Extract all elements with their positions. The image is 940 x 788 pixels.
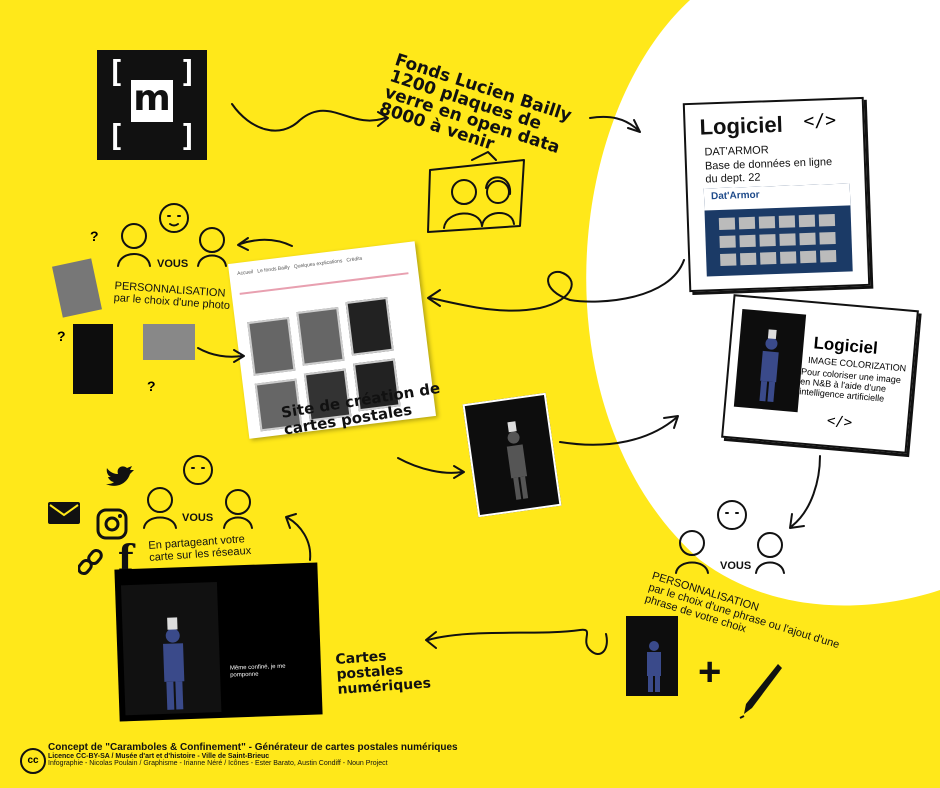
footer-line-3: Infographie - Nicolas Poulain / Graphism… — [48, 760, 388, 767]
arrow-logo-to-fonds — [231, 103, 386, 132]
arrow-colorization-to-perso2 — [791, 455, 821, 527]
footer-credits: Concept de "Caramboles & Confinement" - … — [48, 742, 748, 767]
cc-license-icon: cc — [20, 748, 46, 774]
arrow-datarmor-to-site — [429, 259, 685, 312]
arrow-postcard-to-share — [287, 517, 312, 561]
arrow-photos-to-site — [197, 347, 243, 358]
arrow-perso2-to-cartes — [427, 628, 608, 655]
arrow-soldier-to-colorization — [559, 417, 677, 446]
flow-arrows — [197, 103, 821, 655]
arrow-site-to-perso1 — [239, 238, 293, 247]
footer-line-2: Licence CC-BY-SA / Musée d'art et d'hist… — [48, 753, 270, 760]
footer-line-1: Concept de "Caramboles & Confinement" - … — [48, 742, 458, 753]
arrow-site-to-soldier — [397, 457, 463, 474]
